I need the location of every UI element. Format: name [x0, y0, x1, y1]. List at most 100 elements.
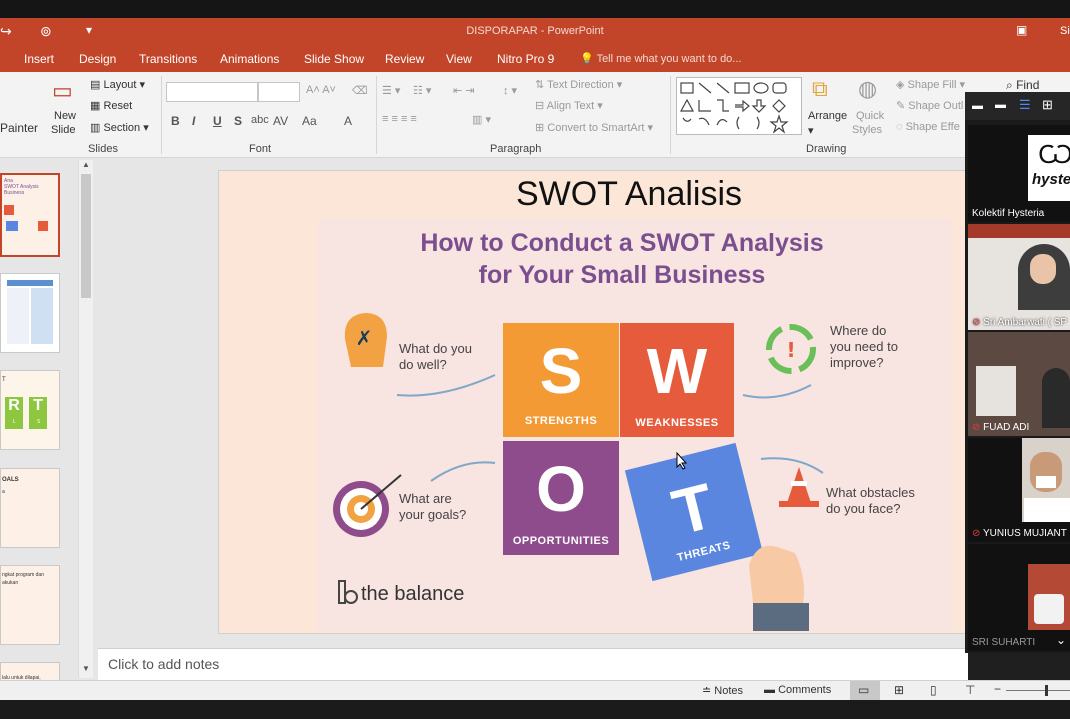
section-button[interactable]: ▥ Section ▾	[90, 121, 149, 134]
text-direction-button[interactable]: ⇅ Text Direction ▾	[535, 78, 622, 91]
quick-styles-label-2[interactable]: Styles	[852, 124, 882, 136]
notes-placeholder[interactable]: Click to add notes	[108, 656, 219, 672]
question-line: improve?	[830, 355, 884, 370]
numbering-icon[interactable]: ☷ ▾	[413, 84, 431, 97]
scroll-down-icon[interactable]: ▼	[82, 664, 90, 673]
chevron-down-icon[interactable]: ⌄	[1056, 633, 1066, 647]
balance-logo-icon	[338, 580, 358, 604]
strikethrough-icon[interactable]: abc	[251, 114, 269, 126]
new-slide-label-2[interactable]: Slide	[51, 124, 75, 136]
slide-title[interactable]: SWOT Analisis	[219, 175, 1039, 214]
align-text-button[interactable]: ⊟ Align Text ▾	[535, 99, 603, 112]
clear-formatting-icon[interactable]: ⌫	[352, 84, 368, 97]
participant-tile-1[interactable]: hyster Ѡ Kolektif Hysteria	[968, 125, 1070, 222]
slideshow-icon[interactable]: ⊤	[965, 683, 975, 697]
normal-view-icon: ▭	[858, 683, 870, 697]
underline-icon[interactable]: U	[213, 114, 222, 128]
new-slide-icon[interactable]: ▭	[52, 78, 73, 104]
participant-tile-4[interactable]: ⊘ YUNIUS MUJIANT	[968, 438, 1070, 542]
columns-icon[interactable]: ▥ ▾	[472, 113, 491, 126]
hysteria-logo: hyster Ѡ	[1028, 135, 1070, 201]
reading-view-icon[interactable]: ▯	[930, 683, 937, 697]
swot-infographic[interactable]: How to Conduct a SWOT Analysis for Your …	[317, 219, 953, 631]
new-slide-label-1[interactable]: New	[54, 110, 76, 122]
bullets-icon[interactable]: ☰ ▾	[382, 84, 400, 97]
zoom-slider-thumb[interactable]	[1045, 685, 1048, 696]
reset-button[interactable]: ▦ Reset	[90, 99, 132, 112]
comments-button[interactable]: ▬ Comments	[764, 684, 831, 696]
participant-tile-2[interactable]: ⊘ Sri Ambarwati ( SP	[968, 224, 1070, 330]
font-size-box[interactable]	[258, 82, 300, 102]
muted-mic-icon: ⊘	[972, 422, 984, 433]
tab-view[interactable]: View	[446, 52, 472, 66]
slide-thumbnail-4[interactable]: OALS a	[0, 468, 60, 548]
tell-me-search[interactable]: 💡 Tell me what you want to do...	[580, 52, 741, 65]
font-name-box[interactable]	[166, 82, 258, 102]
tab-slide-show[interactable]: Slide Show	[304, 52, 364, 66]
thumb-5-text: akukan	[2, 580, 19, 586]
question-goals: What are your goals?	[399, 491, 466, 523]
scroll-thumb[interactable]	[81, 174, 91, 298]
shape-outline-button[interactable]: ✎ Shape Outl	[896, 99, 963, 112]
search-icon: ⌕	[1006, 78, 1017, 92]
scroll-up-icon[interactable]: ▲	[82, 160, 90, 169]
tab-transitions[interactable]: Transitions	[139, 52, 197, 66]
slide-thumbnail-5[interactable]: ngkat program dan akukan	[0, 565, 60, 645]
comment-icon: ▬	[764, 684, 779, 696]
change-case-icon[interactable]: Aa	[302, 114, 317, 128]
indent-icons[interactable]: ⇤ ⇥	[453, 84, 475, 97]
italic-icon[interactable]: I	[192, 114, 195, 128]
zoom-slider[interactable]	[1006, 690, 1070, 691]
notes-pane[interactable]: Click to add notes	[98, 648, 968, 680]
participant-tile-5[interactable]: SRI SUHARTI ⌄	[968, 544, 1070, 651]
strip-view-icon[interactable]: ☰	[1019, 97, 1031, 113]
zoom-out-icon[interactable]: −	[994, 682, 1001, 696]
shapes-gallery[interactable]	[676, 77, 802, 135]
participant-tile-3[interactable]: ⊘ FUAD ADI	[968, 332, 1070, 436]
bold-icon[interactable]: B	[171, 114, 180, 128]
shape-fill-button[interactable]: ◈ Shape Fill ▾	[896, 78, 965, 91]
gallery-view-icon[interactable]: ⊞	[1042, 97, 1053, 113]
thumbnail-scrollbar[interactable]: ▲ ▼	[78, 160, 93, 678]
slide-thumbnail-3[interactable]: T R T L S	[0, 370, 60, 450]
slide-thumbnail-1[interactable]: Ana SWOT Analysis Business	[0, 173, 60, 257]
speaker-view-icon[interactable]: ▬	[995, 99, 1006, 111]
quick-styles-icon[interactable]: ◍	[858, 76, 877, 102]
thumb-3-text: L	[13, 419, 16, 425]
increase-font-icon[interactable]: A˄ A˅	[306, 84, 336, 96]
arrange-icon[interactable]: ⧉	[812, 76, 828, 102]
arrange-dropdown-icon[interactable]: ▾	[808, 124, 814, 137]
slide-sorter-icon[interactable]: ⊞	[894, 683, 904, 697]
tab-animations[interactable]: Animations	[220, 52, 279, 66]
find-button[interactable]: ⌕ Find	[1006, 78, 1039, 93]
signin-icon[interactable]: Si	[1060, 25, 1070, 37]
convert-smartart-button[interactable]: ⊞ Convert to SmartArt ▾	[535, 121, 653, 134]
quick-styles-label-1[interactable]: Quick	[856, 110, 884, 122]
top-system-bar	[0, 0, 1070, 18]
notes-toggle-button[interactable]: ≐ Notes	[702, 684, 743, 697]
font-color-icon[interactable]: A	[344, 114, 352, 128]
muted-mic-icon: ⊘	[972, 317, 984, 328]
slide-canvas[interactable]: SWOT Analisis How to Conduct a SWOT Anal…	[218, 170, 968, 634]
shape-effects-button[interactable]: ◌ Shape Effe	[896, 121, 960, 133]
shadow-icon[interactable]: S	[234, 114, 242, 128]
hysteria-logo-text: hyster	[1032, 171, 1070, 188]
align-icons[interactable]: ≡ ≡ ≡ ≡	[382, 113, 417, 125]
arrange-button[interactable]: Arrange	[808, 110, 847, 122]
separator	[670, 76, 671, 154]
tab-insert[interactable]: Insert	[24, 52, 54, 66]
thumb-1-tile	[38, 221, 48, 231]
minimize-icon[interactable]: ▬	[972, 100, 983, 112]
infographic-decor: ✗ !	[333, 313, 824, 631]
ribbon-display-options-icon[interactable]: ▣	[1016, 23, 1027, 37]
format-painter-button[interactable]: Painter	[0, 121, 38, 135]
layout-button[interactable]: ▤ Layout ▾	[90, 78, 145, 91]
tab-review[interactable]: Review	[385, 52, 424, 66]
shapes-gallery-icons	[679, 82, 789, 134]
tab-design[interactable]: Design	[79, 52, 116, 66]
tab-nitro[interactable]: Nitro Pro 9	[497, 52, 554, 66]
arrow-decor	[760, 457, 824, 474]
line-spacing-icon[interactable]: ↕ ▾	[503, 84, 517, 97]
char-spacing-icon[interactable]: AV	[273, 114, 288, 128]
slide-thumbnail-2[interactable]	[0, 273, 60, 353]
